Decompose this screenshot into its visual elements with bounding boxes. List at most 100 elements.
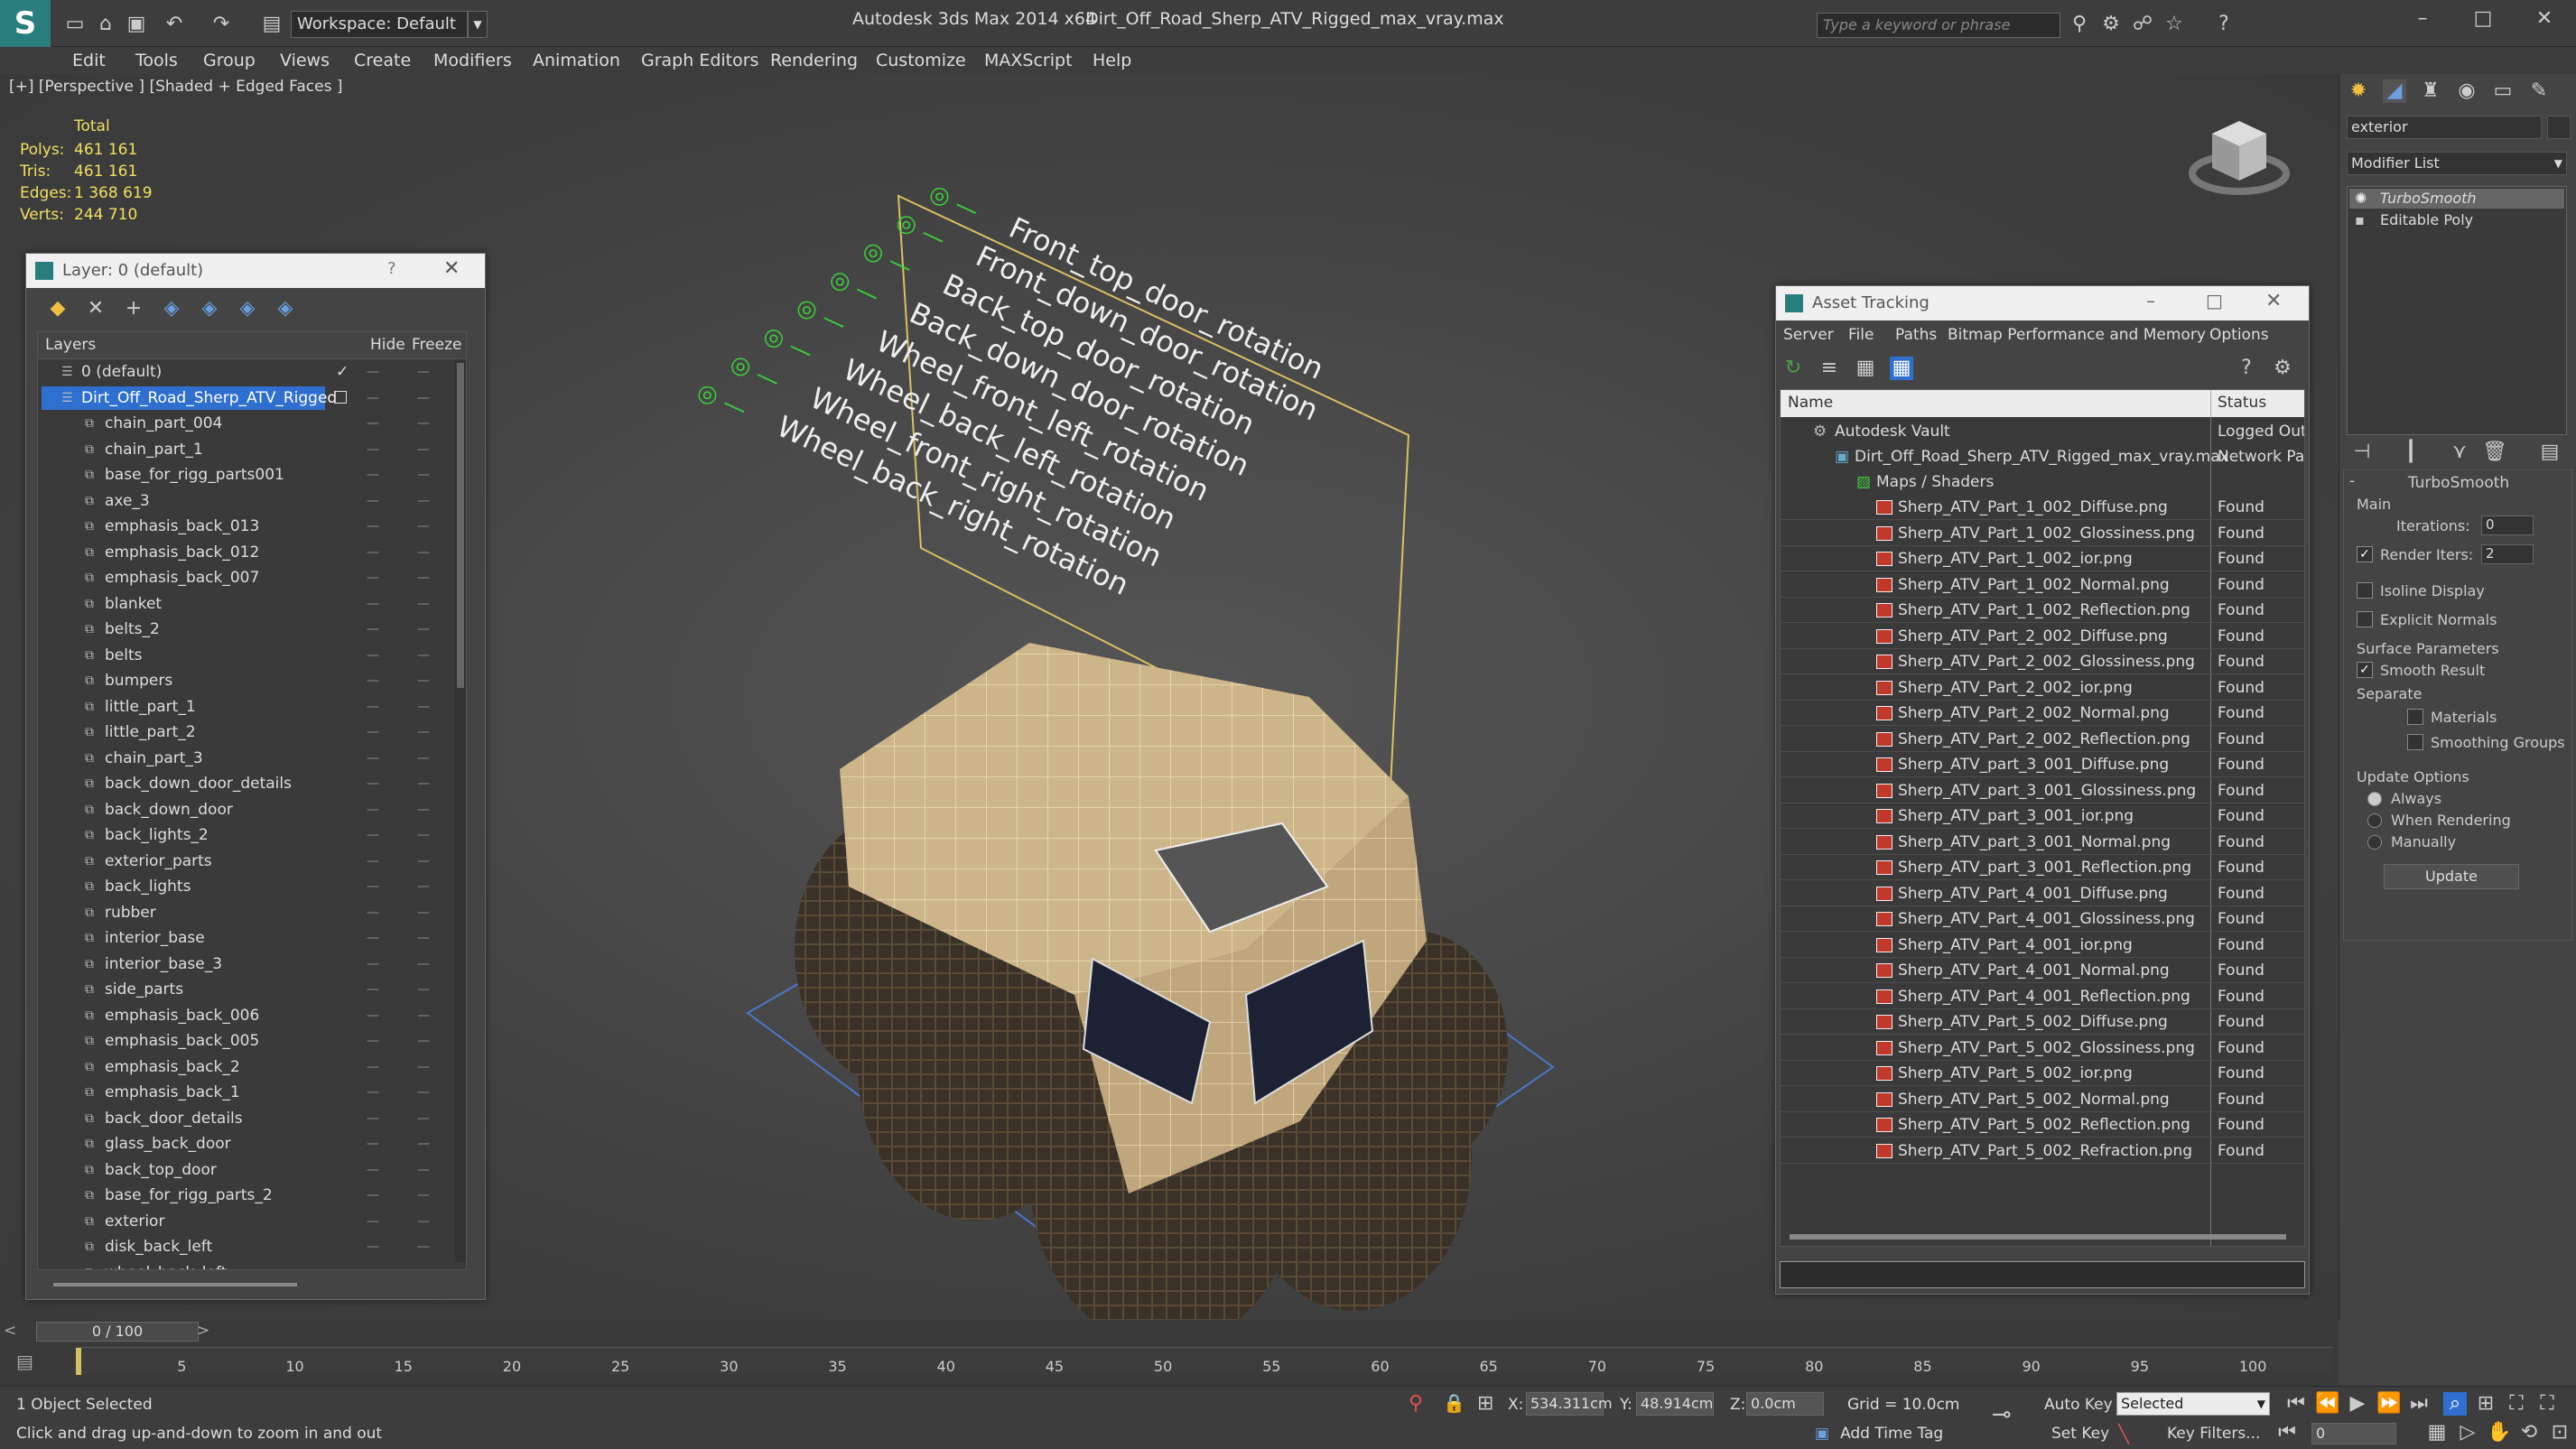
- update-button[interactable]: Update: [2384, 864, 2519, 889]
- smooth-result-checkbox[interactable]: ✓: [2357, 662, 2373, 678]
- layer-row[interactable]: ⧉ little_part_1 — —: [38, 694, 455, 720]
- asset-map-row[interactable]: Sherp_ATV_Part_2_002_Glossiness.png Found: [1781, 649, 2304, 674]
- layer-help-button[interactable]: ?: [387, 259, 396, 278]
- hide-toggle[interactable]: —: [367, 771, 380, 796]
- freeze-all-icon[interactable]: ◈: [274, 297, 297, 320]
- add-to-layer-icon[interactable]: +: [122, 297, 145, 320]
- freeze-toggle[interactable]: —: [417, 900, 431, 925]
- freeze-toggle[interactable]: —: [417, 1209, 431, 1234]
- asset-map-row[interactable]: Sherp_ATV_part_3_001_Glossiness.png Found: [1781, 778, 2304, 803]
- asset-hscrollbar[interactable]: [1790, 1234, 2286, 1240]
- next-frame-icon[interactable]: >: [197, 1322, 209, 1340]
- asset-map-row[interactable]: Sherp_ATV_Part_2_002_Normal.png Found: [1781, 701, 2304, 726]
- always-radio[interactable]: [2367, 792, 2382, 806]
- hide-toggle[interactable]: —: [367, 1028, 380, 1054]
- hide-toggle[interactable]: —: [367, 617, 380, 642]
- layer-row[interactable]: ⧉ belts_2 — —: [38, 617, 455, 642]
- layer-panel[interactable]: Layer: 0 (default) ? ✕ ◆ ✕ + ◈ ◈ ◈ ◈ Lay…: [25, 253, 486, 1300]
- menu-customize[interactable]: Customize: [876, 51, 966, 70]
- layer-row[interactable]: ⧉ emphasis_back_007 — —: [38, 565, 455, 590]
- hide-toggle[interactable]: —: [367, 1209, 380, 1234]
- hierarchy-tab-icon[interactable]: ♜: [2419, 79, 2442, 103]
- pin-stack-icon[interactable]: ⊣: [2350, 441, 2374, 464]
- asset-map-row[interactable]: Sherp_ATV_part_3_001_Reflection.png Found: [1781, 855, 2304, 880]
- asset-tracking-title[interactable]: Asset Tracking: [1776, 286, 2309, 320]
- time-slider-thumb[interactable]: 0 / 100: [36, 1322, 199, 1342]
- key-filters-button[interactable]: Key Filters...: [2167, 1425, 2260, 1443]
- hide-toggle[interactable]: —: [367, 488, 380, 514]
- menu-views[interactable]: Views: [280, 51, 330, 70]
- expand-icon[interactable]: ▪: [2355, 210, 2365, 230]
- x-coordinate-field[interactable]: 534.311cm: [1526, 1392, 1613, 1416]
- layer-row[interactable]: ⧉ back_lights_2 — —: [38, 822, 455, 848]
- configure-sets-icon[interactable]: ▤: [2538, 441, 2562, 464]
- help-icon[interactable]: ?: [2212, 13, 2236, 36]
- set-key-icon[interactable]: ⊸: [1992, 1401, 2012, 1428]
- hide-toggle[interactable]: —: [367, 977, 380, 1002]
- hide-toggle[interactable]: —: [367, 874, 380, 899]
- layer-row-default[interactable]: ☰ 0 (default) ✓ — —: [38, 359, 455, 385]
- zoom-icon[interactable]: ⌕: [2443, 1392, 2467, 1416]
- freeze-toggle[interactable]: —: [417, 1131, 431, 1156]
- hide-toggle[interactable]: —: [367, 849, 380, 874]
- auto-key-button[interactable]: Auto Key: [2044, 1396, 2113, 1414]
- menu-edit[interactable]: Edit: [72, 51, 106, 70]
- asset-menu-file[interactable]: File: [1848, 326, 1874, 344]
- layer-row[interactable]: ⧉ emphasis_back_2 — —: [38, 1054, 455, 1080]
- freeze-toggle[interactable]: —: [417, 359, 431, 385]
- undo-icon[interactable]: ↶: [163, 13, 186, 36]
- asset-row-maps-group[interactable]: ▨ Maps / Shaders: [1781, 469, 2304, 495]
- name-column-header[interactable]: Name: [1788, 394, 1833, 412]
- create-layer-icon[interactable]: ◆: [46, 297, 70, 320]
- modify-tab-icon[interactable]: ◢: [2383, 79, 2406, 103]
- hide-toggle[interactable]: —: [367, 359, 380, 385]
- freeze-toggle[interactable]: —: [417, 462, 431, 488]
- hide-toggle[interactable]: —: [367, 797, 380, 822]
- layer-row[interactable]: ⧉ glass_back_door — —: [38, 1131, 455, 1156]
- subscription-icon[interactable]: ⚙: [2099, 13, 2123, 36]
- freeze-toggle[interactable]: —: [417, 488, 431, 514]
- maximize-viewport-icon[interactable]: ⊡: [2548, 1421, 2571, 1444]
- layer-row[interactable]: ⧉ blanket — —: [38, 591, 455, 617]
- asset-help-icon[interactable]: ?: [2235, 357, 2258, 380]
- pan-icon[interactable]: ✋: [2487, 1421, 2511, 1444]
- menu-rendering[interactable]: Rendering: [770, 51, 858, 70]
- asset-map-row[interactable]: Sherp_ATV_part_3_001_Diffuse.png Found: [1781, 752, 2304, 777]
- freeze-toggle[interactable]: —: [417, 668, 431, 693]
- layer-row[interactable]: ⧉ base_for_rigg_parts_2 — —: [38, 1183, 455, 1208]
- layer-close-icon[interactable]: ✕: [443, 257, 460, 280]
- layer-row[interactable]: ⧉ disk_back_left — —: [38, 1234, 455, 1259]
- asset-table[interactable]: Name Status ⚙ Autodesk Vault Logged Out …: [1780, 389, 2305, 1247]
- freeze-toggle[interactable]: —: [417, 1234, 431, 1259]
- layer-row[interactable]: ⧉ exterior — —: [38, 1209, 455, 1234]
- workspace-dropdown-arrow[interactable]: ▼: [468, 11, 488, 38]
- go-to-start-icon[interactable]: ⏮: [2284, 1392, 2308, 1416]
- freeze-toggle[interactable]: —: [417, 720, 431, 745]
- freeze-toggle[interactable]: —: [417, 822, 431, 848]
- key-mode-toggle-icon[interactable]: ⏮: [2275, 1421, 2299, 1444]
- hide-toggle[interactable]: —: [367, 720, 380, 745]
- asset-path-field[interactable]: [1780, 1261, 2305, 1288]
- selection-lock-icon[interactable]: 🔒: [1443, 1392, 1465, 1414]
- select-objects-icon[interactable]: ◈: [160, 297, 183, 320]
- freeze-toggle[interactable]: —: [417, 694, 431, 720]
- atv-model[interactable]: [740, 562, 1571, 1356]
- freeze-toggle[interactable]: —: [417, 771, 431, 796]
- layer-row[interactable]: ⧉ exterior_parts — —: [38, 849, 455, 874]
- stack-item-editable-poly[interactable]: ▪ Editable Poly: [2349, 210, 2564, 230]
- play-icon[interactable]: ▶: [2346, 1392, 2369, 1416]
- create-tab-icon[interactable]: ✹: [2347, 79, 2370, 103]
- zoom-extents-all-icon[interactable]: ⛶: [2535, 1392, 2559, 1416]
- asset-map-row[interactable]: Sherp_ATV_part_3_001_ior.png Found: [1781, 803, 2304, 829]
- freeze-toggle[interactable]: —: [417, 1183, 431, 1208]
- project-folder-icon[interactable]: ▤: [260, 13, 284, 36]
- freeze-toggle[interactable]: —: [417, 411, 431, 436]
- highlight-selected-icon[interactable]: ◈: [198, 297, 221, 320]
- freeze-toggle[interactable]: —: [417, 1157, 431, 1183]
- hide-toggle[interactable]: —: [367, 1260, 380, 1270]
- freeze-toggle[interactable]: —: [417, 746, 431, 771]
- display-tab-icon[interactable]: ▭: [2491, 79, 2515, 103]
- freeze-toggle[interactable]: —: [417, 1106, 431, 1131]
- stack-item-turbosmooth[interactable]: ✺ TurboSmooth: [2349, 189, 2564, 209]
- asset-map-row[interactable]: Sherp_ATV_Part_5_002_Refraction.png Found: [1781, 1138, 2304, 1164]
